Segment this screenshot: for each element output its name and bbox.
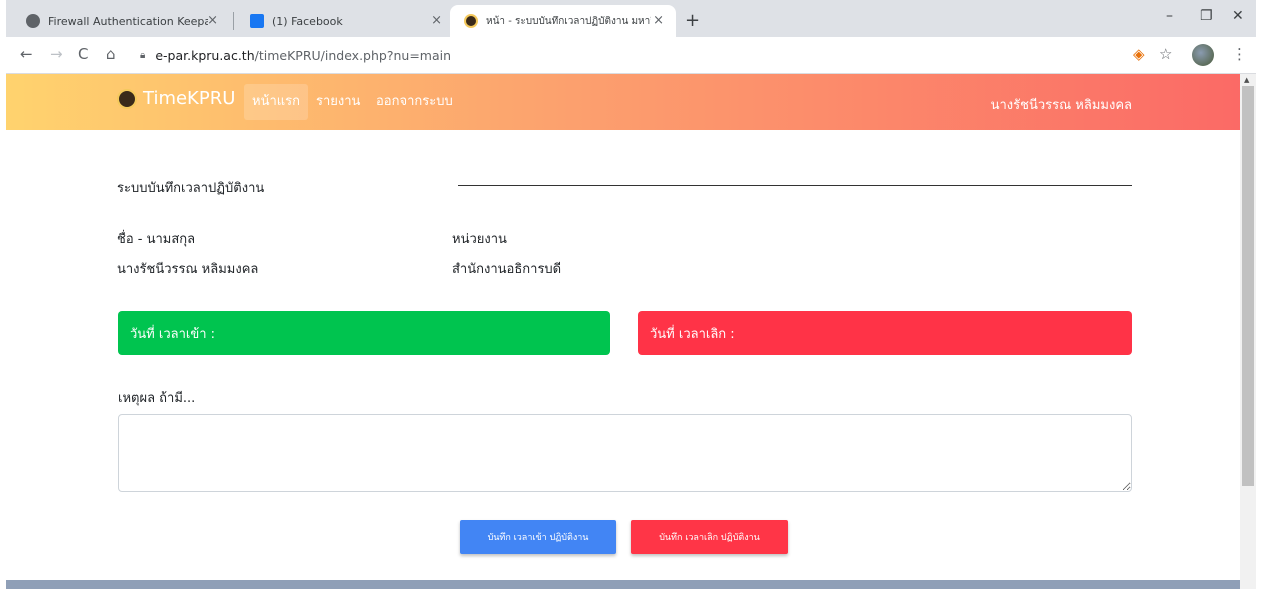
- reload-icon[interactable]: C: [78, 45, 88, 63]
- close-tab-icon[interactable]: ×: [207, 13, 218, 28]
- browser-window: Firewall Authentication Keepalive × (1) …: [6, 0, 1256, 589]
- nav-user-name[interactable]: นางรัชนีวรรณ หลิมมงคล: [991, 94, 1132, 115]
- close-tab-icon[interactable]: ×: [431, 13, 442, 28]
- tab-divider: [233, 12, 234, 30]
- facebook-icon: [250, 14, 264, 28]
- brand-name: TimeKPRU: [143, 88, 236, 109]
- page-viewport: TimeKPRU หน้าแรก รายงาน ออกจากระบบ นางรั…: [6, 74, 1240, 589]
- reason-textarea[interactable]: [118, 414, 1132, 492]
- nav-home[interactable]: หน้าแรก: [244, 84, 308, 120]
- lock-icon: 🔒︎: [140, 49, 146, 61]
- tab-timekpru[interactable]: หน้า - ระบบบันทึกเวลาปฏิบัติงาน มหาวิ ×: [450, 5, 676, 37]
- scrollbar-thumb[interactable]: [1242, 86, 1254, 486]
- tab-facebook[interactable]: (1) Facebook ×: [236, 5, 454, 37]
- close-window-icon[interactable]: ✕: [1232, 8, 1244, 24]
- home-icon[interactable]: ⌂: [106, 45, 116, 63]
- divider: [458, 185, 1132, 186]
- save-checkin-button[interactable]: บันทึก เวลาเข้า ปฏิบัติงาน: [460, 520, 616, 554]
- back-icon[interactable]: ←: [20, 45, 33, 63]
- tab-strip: Firewall Authentication Keepalive × (1) …: [6, 0, 1256, 37]
- unit-value: สำนักงานอธิการบดี: [452, 262, 562, 277]
- minimize-icon[interactable]: –: [1166, 8, 1173, 24]
- restore-icon[interactable]: ❐: [1200, 8, 1213, 24]
- star-icon[interactable]: ☆: [1159, 45, 1172, 63]
- system-title: ระบบบันทึกเวลาปฏิบัติงาน: [117, 181, 265, 196]
- save-checkout-button[interactable]: บันทึก เวลาเลิก ปฏิบัติงาน: [631, 520, 788, 554]
- kpru-logo-icon: [464, 14, 478, 28]
- address-bar[interactable]: 🔒︎ e-par.kpru.ac.th/timeKPRU/index.php?n…: [140, 41, 1190, 69]
- scroll-up-icon[interactable]: ▲: [1244, 76, 1249, 84]
- site-navbar: TimeKPRU หน้าแรก รายงาน ออกจากระบบ นางรั…: [6, 74, 1240, 130]
- unit-label: หน่วยงาน: [452, 232, 507, 247]
- close-tab-icon[interactable]: ×: [653, 13, 664, 28]
- tab-firewall[interactable]: Firewall Authentication Keepalive ×: [12, 5, 230, 37]
- brand[interactable]: TimeKPRU: [117, 88, 235, 109]
- checkin-time-card: วันที่ เวลาเข้า :: [118, 311, 610, 355]
- page-scrollbar[interactable]: ▲: [1240, 74, 1256, 589]
- menu-icon[interactable]: ⋮: [1232, 45, 1247, 63]
- page-footer: [6, 580, 1240, 589]
- reason-label: เหตุผล ถ้ามี...: [118, 391, 196, 406]
- checkout-time-card: วันที่ เวลาเลิก :: [638, 311, 1132, 355]
- name-label: ชื่อ - นามสกุล: [117, 232, 196, 247]
- forward-icon[interactable]: →: [50, 45, 63, 63]
- profile-avatar[interactable]: [1192, 44, 1214, 66]
- globe-icon: [26, 14, 40, 28]
- new-tab-button[interactable]: +: [685, 10, 700, 31]
- name-value: นางรัชนีวรรณ หลิมมงคล: [117, 262, 259, 277]
- extension-icon[interactable]: ◈: [1133, 45, 1145, 63]
- nav-report[interactable]: รายงาน: [308, 84, 368, 120]
- nav-logout[interactable]: ออกจากระบบ: [368, 84, 461, 120]
- browser-toolbar: ← → C ⌂ 🔒︎ e-par.kpru.ac.th/timeKPRU/ind…: [6, 37, 1256, 74]
- kpru-logo-icon: [117, 88, 137, 109]
